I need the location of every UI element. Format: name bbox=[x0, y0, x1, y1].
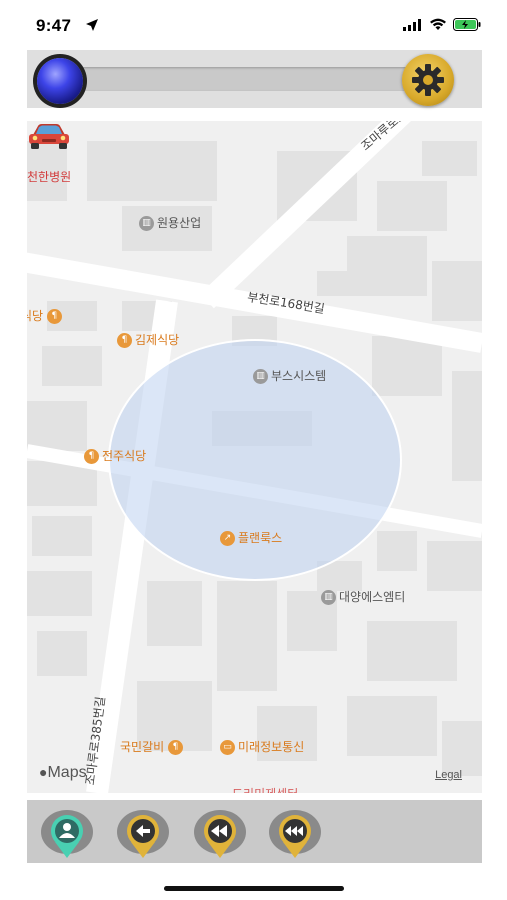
legal-link[interactable]: Legal bbox=[435, 769, 462, 781]
map-label-busys: 부스시스템 bbox=[271, 369, 327, 383]
car-icon[interactable] bbox=[27, 121, 71, 151]
map-label-mirae: 미래정보통신 bbox=[238, 740, 305, 754]
maps-brand-label: Maps bbox=[47, 764, 87, 781]
person-pin-button[interactable] bbox=[39, 806, 95, 862]
top-control-bar bbox=[27, 50, 482, 108]
settings-button[interactable] bbox=[402, 54, 454, 106]
fork-knife-icon: ¶ bbox=[117, 333, 132, 348]
fork-knife-icon: ¶ bbox=[84, 449, 99, 464]
wifi-icon bbox=[430, 18, 446, 30]
map-poi-daeyang: ▥ 대양에스엠티 bbox=[321, 588, 405, 605]
map-view[interactable]: 천한병원 ▥원용산업 부천로168번길 조마루로385 식당 ¶ ¶김제식당 ▥… bbox=[27, 121, 482, 793]
map-poi-mirae: ▭ 미래정보통신 bbox=[220, 738, 304, 755]
map-label-restaurant-left: 식당 bbox=[27, 309, 44, 323]
map-label-gimje: 김제식당 bbox=[135, 333, 180, 347]
status-icons bbox=[403, 18, 481, 31]
status-indicator-ball[interactable] bbox=[37, 58, 83, 104]
shop-icon: ▭ bbox=[220, 740, 235, 755]
map-label-wonyong: 원용산업 bbox=[157, 216, 202, 230]
fork-knife-icon: ¶ bbox=[46, 309, 62, 324]
shop-icon: ↗ bbox=[220, 531, 235, 546]
status-time: 9:47 bbox=[36, 16, 72, 35]
fast-rewind-pin-button[interactable] bbox=[267, 806, 323, 862]
map-poi-restaurant-left: 식당 ¶ bbox=[27, 307, 65, 324]
map-label-planluks: 플랜룩스 bbox=[238, 531, 283, 545]
map-label-daeyang: 대양에스엠티 bbox=[339, 590, 406, 604]
battery-charging-icon bbox=[453, 18, 481, 31]
location-arrow-icon bbox=[86, 19, 98, 31]
map-label-jeonju: 전주식당 bbox=[102, 449, 147, 463]
map-label-hospital: 천한병원 bbox=[27, 170, 72, 184]
map-label-gukmin: 국민갈비 bbox=[120, 740, 165, 754]
building-icon: ▥ bbox=[139, 216, 154, 231]
status-track bbox=[67, 67, 432, 91]
map-poi-wonyong: ▥ 원용산업 bbox=[139, 214, 201, 231]
building-icon: ▥ bbox=[321, 590, 336, 605]
map-poi-gimje: ¶ 김제식당 bbox=[117, 331, 179, 348]
status-bar: 9:47 bbox=[0, 0, 507, 50]
back-pin-button[interactable] bbox=[115, 806, 171, 862]
home-indicator[interactable] bbox=[164, 886, 344, 891]
map-poi-planluks: ↗ 플랜룩스 bbox=[220, 529, 282, 546]
map-poi-busys: ▥ 부스시스템 bbox=[253, 367, 326, 384]
fork-knife-icon: ¶ bbox=[168, 740, 183, 755]
map-label-bottom-cut: 드리미제센터 bbox=[232, 785, 298, 793]
bottom-control-bar bbox=[27, 800, 482, 863]
apple-maps-attribution: ●Maps bbox=[39, 764, 87, 782]
rewind-pin-button[interactable] bbox=[192, 806, 248, 862]
signal-icon bbox=[403, 18, 421, 31]
map-poi-jeonju: ¶ 전주식당 bbox=[84, 447, 146, 464]
map-poi-gukmin: 국민갈비 ¶ bbox=[120, 738, 186, 755]
gear-icon bbox=[412, 64, 444, 96]
building-icon: ▥ bbox=[253, 369, 268, 384]
